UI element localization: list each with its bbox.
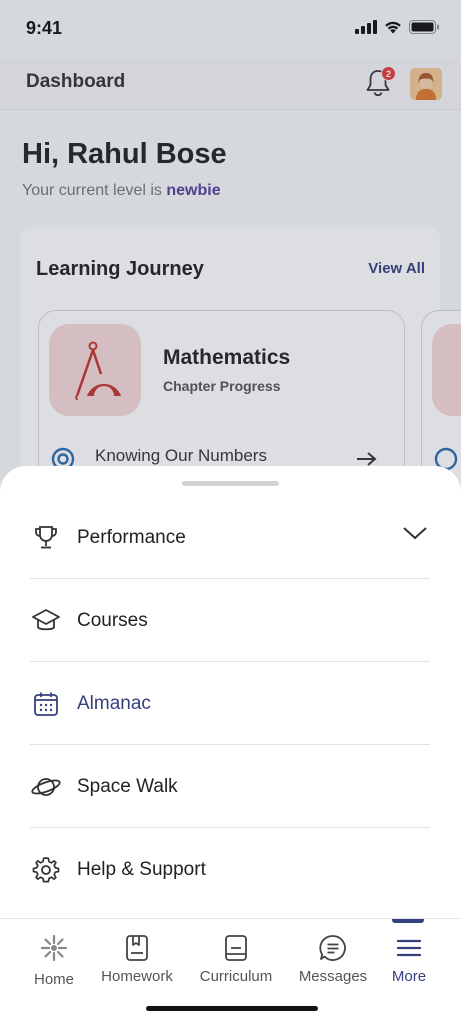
- graduation-cap-icon: [30, 605, 62, 637]
- nav-curriculum[interactable]: Curriculum: [191, 933, 281, 993]
- active-tab-indicator: [392, 919, 424, 923]
- menu-label: Help & Support: [77, 859, 206, 880]
- menu-label: Courses: [77, 609, 148, 631]
- menu-item-space-walk[interactable]: Space Walk: [30, 746, 430, 828]
- menu-label: Performance: [77, 526, 186, 548]
- nav-label: Home: [33, 971, 74, 988]
- app-screen: 9:41 Dashboard 2 Hi, Rahul Bose Your cur…: [0, 0, 461, 1024]
- home-indicator: [146, 1006, 318, 1011]
- nav-label: Homework: [101, 968, 173, 985]
- menu-item-courses[interactable]: Courses: [30, 580, 430, 662]
- nav-more[interactable]: More: [364, 933, 454, 993]
- gear-icon: [30, 854, 62, 886]
- nav-label: Curriculum: [199, 968, 273, 985]
- menu-item-help-support[interactable]: Help & Support: [30, 829, 430, 911]
- menu-label: Almanac: [77, 692, 151, 714]
- nav-homework[interactable]: Homework: [92, 933, 182, 993]
- trophy-icon: [30, 522, 62, 554]
- planet-icon: [30, 771, 62, 803]
- menu-item-performance[interactable]: Performance: [30, 497, 430, 579]
- sheet-grabber[interactable]: [182, 481, 279, 486]
- menu-icon: [394, 933, 424, 963]
- book-icon: [221, 933, 251, 963]
- more-menu-sheet: Performance Courses Almanac Space Walk H…: [0, 466, 461, 918]
- calendar-icon: [30, 688, 62, 720]
- homework-icon: [122, 933, 152, 963]
- menu-item-almanac[interactable]: Almanac: [30, 663, 430, 745]
- chat-icon: [318, 933, 348, 963]
- nav-label: More: [391, 968, 427, 985]
- home-sparkle-icon: [39, 933, 69, 963]
- nav-home[interactable]: Home: [9, 933, 99, 993]
- menu-label: Space Walk: [77, 775, 178, 797]
- chevron-down-icon: [403, 527, 427, 540]
